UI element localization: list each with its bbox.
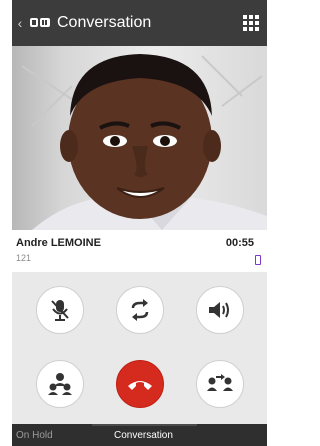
- grid-icon[interactable]: [243, 15, 259, 31]
- phone-hangup-icon: [128, 381, 152, 390]
- mute-button[interactable]: [36, 286, 84, 334]
- caller-photo: [12, 46, 267, 230]
- transfer-icon: [207, 374, 233, 391]
- tab-conversation[interactable]: Conversation: [114, 430, 173, 441]
- call-screen: ‹ Conversation Andre LEMOINE 121 00:55 O…: [12, 0, 267, 446]
- caller-name: Andre LEMOINE: [16, 237, 101, 249]
- speaker-button[interactable]: [196, 286, 244, 334]
- mobile-device-icon: [255, 255, 261, 265]
- active-tab-indicator: [92, 424, 197, 426]
- speaker-icon: [209, 302, 229, 318]
- microphone-muted-icon: [51, 300, 69, 321]
- bottom-tabs: On Hold Conversation: [12, 424, 267, 446]
- caller-number: 121: [16, 253, 32, 263]
- caller-info: Andre LEMOINE 121 00:55: [12, 230, 267, 272]
- chevron-left-icon[interactable]: ‹: [15, 0, 25, 46]
- top-bar: ‹ Conversation: [12, 0, 267, 46]
- tab-on-hold[interactable]: On Hold: [16, 430, 53, 441]
- call-controls: [12, 272, 267, 424]
- conversation-app-icon: [29, 16, 51, 30]
- conference-icon: [48, 373, 72, 395]
- transfer-button[interactable]: [196, 360, 244, 408]
- swap-arrows-icon: [131, 299, 149, 321]
- hangup-button[interactable]: [116, 360, 164, 408]
- swap-button[interactable]: [116, 286, 164, 334]
- call-duration: 00:55: [225, 237, 254, 249]
- conference-button[interactable]: [36, 360, 84, 408]
- page-title: Conversation: [57, 14, 152, 31]
